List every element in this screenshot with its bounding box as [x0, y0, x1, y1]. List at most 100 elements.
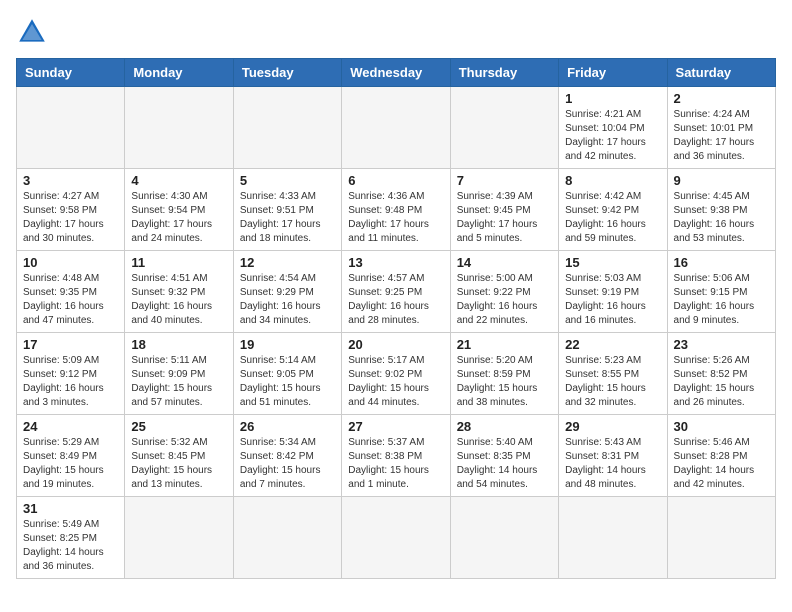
day-number: 8: [565, 173, 660, 188]
calendar-cell: [233, 87, 341, 169]
day-info: Sunrise: 4:36 AM Sunset: 9:48 PM Dayligh…: [348, 190, 443, 246]
calendar-week-row: 10 Sunrise: 4:48 AM Sunset: 9:35 PM Dayli…: [17, 251, 776, 333]
calendar-cell: 31Sunrise: 5:49 AM Sunset: 8:25 PM Dayli…: [17, 497, 125, 579]
calendar-cell: 19 Sunrise: 5:14 AM Sunset: 9:05 PM Dayli…: [233, 333, 341, 415]
calendar-cell: [17, 87, 125, 169]
calendar-cell: 28Sunrise: 5:40 AM Sunset: 8:35 PM Dayli…: [450, 415, 558, 497]
day-info: Sunrise: 5:00 AM Sunset: 9:22 PM Dayligh…: [457, 272, 552, 328]
calendar-cell: 23 Sunrise: 5:26 AM Sunset: 8:52 PM Dayli…: [667, 333, 775, 415]
day-info: Sunrise: 5:43 AM Sunset: 8:31 PM Dayligh…: [565, 436, 660, 492]
day-number: 14: [457, 255, 552, 270]
day-of-week-header: Sunday: [17, 59, 125, 87]
calendar-cell: 3 Sunrise: 4:27 AM Sunset: 9:58 PM Daylig…: [17, 169, 125, 251]
day-info: Sunrise: 5:03 AM Sunset: 9:19 PM Dayligh…: [565, 272, 660, 328]
calendar-week-row: 3 Sunrise: 4:27 AM Sunset: 9:58 PM Daylig…: [17, 169, 776, 251]
page-header: [16, 16, 776, 48]
day-info: Sunrise: 4:45 AM Sunset: 9:38 PM Dayligh…: [674, 190, 769, 246]
calendar-cell: 10 Sunrise: 4:48 AM Sunset: 9:35 PM Dayli…: [17, 251, 125, 333]
calendar-cell: [125, 497, 233, 579]
calendar-cell: [342, 87, 450, 169]
day-info: Sunrise: 4:42 AM Sunset: 9:42 PM Dayligh…: [565, 190, 660, 246]
day-info: Sunrise: 5:34 AM Sunset: 8:42 PM Dayligh…: [240, 436, 335, 492]
day-number: 7: [457, 173, 552, 188]
day-number: 24: [23, 419, 118, 434]
day-of-week-header: Wednesday: [342, 59, 450, 87]
day-number: 17: [23, 337, 118, 352]
calendar-cell: 6Sunrise: 4:36 AM Sunset: 9:48 PM Daylig…: [342, 169, 450, 251]
day-number: 31: [23, 501, 118, 516]
calendar-cell: 26 Sunrise: 5:34 AM Sunset: 8:42 PM Dayli…: [233, 415, 341, 497]
day-of-week-header: Saturday: [667, 59, 775, 87]
calendar-week-row: 31Sunrise: 5:49 AM Sunset: 8:25 PM Dayli…: [17, 497, 776, 579]
day-number: 15: [565, 255, 660, 270]
logo-icon: [16, 16, 48, 48]
day-info: Sunrise: 5:23 AM Sunset: 8:55 PM Dayligh…: [565, 354, 660, 410]
calendar-cell: 16Sunrise: 5:06 AM Sunset: 9:15 PM Dayli…: [667, 251, 775, 333]
day-info: Sunrise: 5:40 AM Sunset: 8:35 PM Dayligh…: [457, 436, 552, 492]
day-number: 30: [674, 419, 769, 434]
day-number: 29: [565, 419, 660, 434]
day-number: 22: [565, 337, 660, 352]
day-info: Sunrise: 5:46 AM Sunset: 8:28 PM Dayligh…: [674, 436, 769, 492]
day-number: 25: [131, 419, 226, 434]
day-info: Sunrise: 5:14 AM Sunset: 9:05 PM Dayligh…: [240, 354, 335, 410]
calendar-body: 1Sunrise: 4:21 AM Sunset: 10:04 PM Dayli…: [17, 87, 776, 579]
calendar-cell: [450, 497, 558, 579]
calendar-cell: 22 Sunrise: 5:23 AM Sunset: 8:55 PM Dayli…: [559, 333, 667, 415]
calendar-cell: 25Sunrise: 5:32 AM Sunset: 8:45 PM Dayli…: [125, 415, 233, 497]
calendar-cell: [342, 497, 450, 579]
day-info: Sunrise: 4:21 AM Sunset: 10:04 PM Daylig…: [565, 108, 660, 164]
calendar-cell: 30 Sunrise: 5:46 AM Sunset: 8:28 PM Dayli…: [667, 415, 775, 497]
calendar-cell: 12Sunrise: 4:54 AM Sunset: 9:29 PM Dayli…: [233, 251, 341, 333]
calendar-cell: 15 Sunrise: 5:03 AM Sunset: 9:19 PM Dayli…: [559, 251, 667, 333]
calendar-cell: 4 Sunrise: 4:30 AM Sunset: 9:54 PM Daylig…: [125, 169, 233, 251]
calendar-cell: [559, 497, 667, 579]
calendar-cell: 20Sunrise: 5:17 AM Sunset: 9:02 PM Dayli…: [342, 333, 450, 415]
day-number: 27: [348, 419, 443, 434]
calendar-table: SundayMondayTuesdayWednesdayThursdayFrid…: [16, 58, 776, 579]
calendar-cell: 9 Sunrise: 4:45 AM Sunset: 9:38 PM Daylig…: [667, 169, 775, 251]
day-info: Sunrise: 5:26 AM Sunset: 8:52 PM Dayligh…: [674, 354, 769, 410]
calendar-week-row: 24 Sunrise: 5:29 AM Sunset: 8:49 PM Dayli…: [17, 415, 776, 497]
day-number: 3: [23, 173, 118, 188]
calendar-cell: 21Sunrise: 5:20 AM Sunset: 8:59 PM Dayli…: [450, 333, 558, 415]
day-number: 20: [348, 337, 443, 352]
day-number: 9: [674, 173, 769, 188]
day-number: 26: [240, 419, 335, 434]
day-number: 5: [240, 173, 335, 188]
logo: [16, 16, 52, 48]
calendar-cell: 8 Sunrise: 4:42 AM Sunset: 9:42 PM Daylig…: [559, 169, 667, 251]
calendar-cell: 11Sunrise: 4:51 AM Sunset: 9:32 PM Dayli…: [125, 251, 233, 333]
calendar-header: SundayMondayTuesdayWednesdayThursdayFrid…: [17, 59, 776, 87]
day-info: Sunrise: 4:33 AM Sunset: 9:51 PM Dayligh…: [240, 190, 335, 246]
calendar-cell: 1Sunrise: 4:21 AM Sunset: 10:04 PM Dayli…: [559, 87, 667, 169]
day-number: 4: [131, 173, 226, 188]
calendar-cell: 24 Sunrise: 5:29 AM Sunset: 8:49 PM Dayli…: [17, 415, 125, 497]
day-info: Sunrise: 4:30 AM Sunset: 9:54 PM Dayligh…: [131, 190, 226, 246]
day-number: 19: [240, 337, 335, 352]
day-info: Sunrise: 5:37 AM Sunset: 8:38 PM Dayligh…: [348, 436, 443, 492]
day-info: Sunrise: 4:27 AM Sunset: 9:58 PM Dayligh…: [23, 190, 118, 246]
day-info: Sunrise: 5:06 AM Sunset: 9:15 PM Dayligh…: [674, 272, 769, 328]
calendar-cell: 5 Sunrise: 4:33 AM Sunset: 9:51 PM Daylig…: [233, 169, 341, 251]
calendar-cell: 14 Sunrise: 5:00 AM Sunset: 9:22 PM Dayli…: [450, 251, 558, 333]
day-number: 23: [674, 337, 769, 352]
day-info: Sunrise: 4:48 AM Sunset: 9:35 PM Dayligh…: [23, 272, 118, 328]
day-info: Sunrise: 5:11 AM Sunset: 9:09 PM Dayligh…: [131, 354, 226, 410]
day-info: Sunrise: 5:29 AM Sunset: 8:49 PM Dayligh…: [23, 436, 118, 492]
day-of-week-header: Monday: [125, 59, 233, 87]
calendar-cell: 29 Sunrise: 5:43 AM Sunset: 8:31 PM Dayli…: [559, 415, 667, 497]
day-of-week-header: Friday: [559, 59, 667, 87]
header-row: SundayMondayTuesdayWednesdayThursdayFrid…: [17, 59, 776, 87]
day-number: 10: [23, 255, 118, 270]
day-info: Sunrise: 4:51 AM Sunset: 9:32 PM Dayligh…: [131, 272, 226, 328]
day-of-week-header: Tuesday: [233, 59, 341, 87]
calendar-cell: [667, 497, 775, 579]
day-info: Sunrise: 4:24 AM Sunset: 10:01 PM Daylig…: [674, 108, 769, 164]
day-number: 2: [674, 91, 769, 106]
calendar-cell: 27 Sunrise: 5:37 AM Sunset: 8:38 PM Dayli…: [342, 415, 450, 497]
day-number: 18: [131, 337, 226, 352]
calendar-cell: 18 Sunrise: 5:11 AM Sunset: 9:09 PM Dayli…: [125, 333, 233, 415]
calendar-cell: [233, 497, 341, 579]
day-info: Sunrise: 5:09 AM Sunset: 9:12 PM Dayligh…: [23, 354, 118, 410]
